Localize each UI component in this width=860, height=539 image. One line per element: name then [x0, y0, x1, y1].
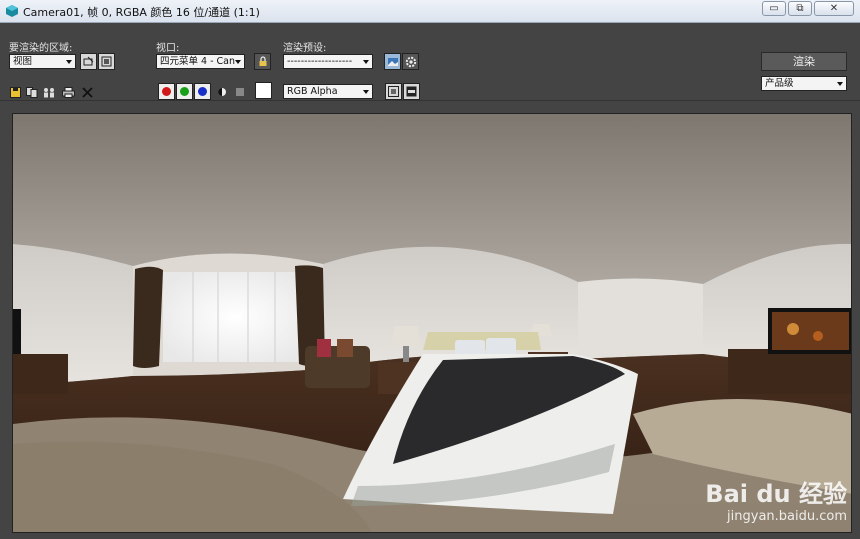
frame-icon	[406, 86, 417, 97]
render-controls-panel: 要渲染的区域: 视图 视口: 四元菜单 4 - Can 渲染预设: ------…	[0, 23, 860, 105]
chevron-down-icon	[66, 60, 72, 64]
area-value: 视图	[13, 56, 33, 67]
watermark-brand: Bai du 经验	[705, 480, 847, 508]
preset-dropdown[interactable]: -------------------	[283, 54, 373, 69]
chevron-down-icon	[235, 60, 241, 64]
clone-icon	[43, 87, 54, 97]
render-setup-button[interactable]	[402, 53, 419, 70]
auto-region-button[interactable]	[98, 53, 115, 70]
print-icon	[61, 86, 75, 98]
baidu-watermark: Bai du 经验 jingyan.baidu.com	[705, 474, 847, 524]
save-icon	[9, 86, 21, 98]
rendered-image-viewport[interactable]: Bai du 经验 jingyan.baidu.com	[12, 113, 852, 533]
save-image-button[interactable]	[8, 85, 22, 99]
viewport-label: 视口:	[156, 43, 180, 54]
copy-image-button[interactable]	[25, 85, 39, 99]
viewport-dropdown[interactable]: 四元菜单 4 - Can	[156, 54, 245, 69]
copy-icon	[26, 86, 38, 98]
app-icon	[6, 5, 18, 17]
environment-button[interactable]	[384, 53, 401, 70]
maximize-icon: ⧉	[796, 2, 804, 14]
watermark-url: jingyan.baidu.com	[727, 509, 847, 524]
edit-region-button[interactable]	[80, 53, 97, 70]
red-channel-icon	[162, 87, 171, 96]
panel-divider	[0, 100, 860, 101]
area-dropdown[interactable]: 视图	[9, 54, 76, 69]
blue-channel-icon	[198, 87, 207, 96]
window-titlebar[interactable]: Camera01, 帧 0, RGBA 颜色 16 位/通道 (1:1) ▭ ⧉…	[0, 0, 860, 23]
region-auto-icon	[101, 56, 112, 67]
close-icon: ✕	[829, 2, 839, 14]
green-channel-toggle[interactable]	[176, 83, 193, 100]
clear-image-button[interactable]	[80, 85, 94, 99]
clear-icon	[81, 86, 93, 98]
color-swatch[interactable]	[255, 82, 272, 99]
lock-viewport-button[interactable]	[254, 53, 271, 70]
green-channel-icon	[180, 87, 189, 96]
panorama-render	[13, 114, 851, 532]
quality-dropdown[interactable]: 产品级	[761, 76, 847, 91]
mono-button[interactable]	[215, 85, 229, 99]
chevron-down-icon	[363, 60, 369, 64]
chevron-down-icon	[837, 82, 843, 86]
channel-dropdown[interactable]: RGB Alpha	[283, 84, 373, 99]
environment-icon	[387, 57, 398, 66]
frame-toggle-button[interactable]	[403, 83, 420, 100]
clone-window-button[interactable]	[42, 85, 56, 99]
alpha-channel-button[interactable]	[233, 85, 247, 99]
preset-value: -------------------	[287, 56, 353, 67]
region-edit-icon	[83, 56, 94, 66]
minimize-icon: ▭	[769, 2, 779, 14]
blue-channel-toggle[interactable]	[194, 83, 211, 100]
preset-label: 渲染预设:	[283, 43, 327, 54]
red-channel-toggle[interactable]	[158, 83, 175, 100]
minimize-button[interactable]: ▭	[762, 1, 786, 16]
quality-value: 产品级	[765, 78, 794, 89]
chevron-down-icon	[363, 90, 369, 94]
window-controls: ▭ ⧉ ✕	[762, 1, 854, 16]
channel-value: RGB Alpha	[287, 86, 338, 97]
area-label: 要渲染的区域:	[9, 43, 73, 54]
mono-icon	[218, 88, 226, 96]
display-toggle-button[interactable]	[385, 83, 402, 100]
display-icon	[388, 86, 399, 97]
lock-icon	[259, 56, 266, 66]
window-title: Camera01, 帧 0, RGBA 颜色 16 位/通道 (1:1)	[23, 6, 260, 19]
maximize-button[interactable]: ⧉	[788, 1, 812, 16]
alpha-icon	[236, 88, 244, 96]
settings-icon	[405, 56, 416, 67]
viewport-value: 四元菜单 4 - Can	[160, 56, 236, 67]
print-image-button[interactable]	[61, 85, 75, 99]
render-button[interactable]: 渲染	[761, 52, 847, 71]
close-button[interactable]: ✕	[814, 1, 854, 16]
